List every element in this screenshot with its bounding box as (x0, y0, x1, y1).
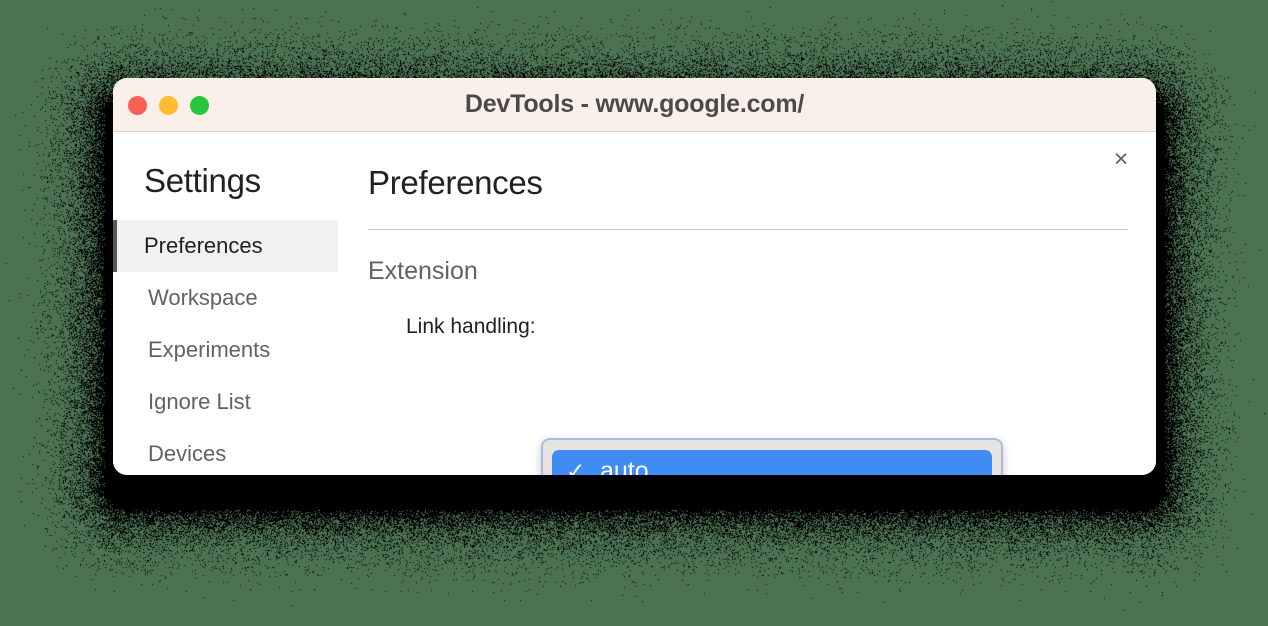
settings-sidebar: Settings Preferences Workspace Experimen… (113, 132, 338, 475)
zoom-window-button[interactable] (190, 95, 209, 115)
link-handling-field-row: Link handling: (368, 315, 1132, 339)
sidebar-title: Settings (144, 162, 261, 199)
close-window-button[interactable] (128, 95, 147, 115)
sidebar-item-label: Experiments (148, 337, 271, 362)
preferences-pane: × Preferences Extension Link handling: (338, 132, 1156, 475)
dropdown-option-auto[interactable]: ✓ auto (552, 450, 992, 475)
minimize-window-button[interactable] (159, 95, 178, 115)
sidebar-item-preferences[interactable]: Preferences (113, 220, 338, 272)
sidebar-item-label: Preferences (144, 233, 263, 258)
page-title: Preferences (368, 164, 543, 201)
window-body: Settings Preferences Workspace Experimen… (113, 132, 1156, 475)
sidebar-item-devices[interactable]: Devices (113, 428, 338, 475)
sidebar-item-workspace[interactable]: Workspace (113, 272, 338, 324)
sidebar-item-label: Workspace (148, 285, 258, 310)
link-handling-dropdown-menu[interactable]: ✓ auto Open In IntelliJ (541, 438, 1003, 475)
sidebar-item-experiments[interactable]: Experiments (113, 324, 338, 376)
section-heading-extension: Extension (368, 257, 478, 285)
title-divider (368, 229, 1128, 230)
devtools-window: DevTools - www.google.com/ Settings Pref… (113, 78, 1156, 475)
checkmark-icon: ✓ (566, 457, 586, 475)
title-bar: DevTools - www.google.com/ (113, 78, 1156, 132)
sidebar-item-label: Devices (148, 441, 227, 466)
dropdown-option-label: auto (600, 456, 649, 476)
sidebar-item-label: Ignore List (148, 389, 251, 414)
traffic-light-group (128, 78, 209, 132)
window-title: DevTools - www.google.com/ (464, 90, 805, 118)
close-icon[interactable]: × (1106, 144, 1136, 174)
link-handling-label: Link handling: (406, 315, 536, 338)
sidebar-item-ignore-list[interactable]: Ignore List (113, 376, 338, 428)
